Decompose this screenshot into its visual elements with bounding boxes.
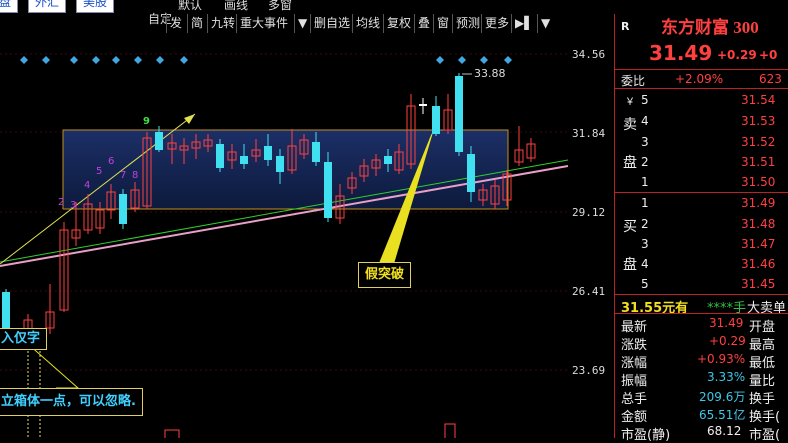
weibi-value: +2.09% — [675, 72, 724, 86]
sell-level: 5 — [641, 93, 649, 107]
stat-label: 最新 — [621, 320, 648, 335]
sell-price: 31.54 — [741, 93, 776, 107]
sell-label: 盘 — [623, 155, 637, 171]
buy-level: 1 — [641, 196, 649, 210]
sell-level: 3 — [641, 135, 649, 149]
axis-label: 31.84 — [572, 127, 606, 140]
buy-level: 3 — [641, 237, 649, 251]
stat-label-2: 量比 — [749, 374, 776, 389]
stat-label: 涨跌 — [621, 338, 648, 353]
sell-level: 2 — [641, 155, 649, 169]
tool-moving-average[interactable]: 均线 — [352, 14, 383, 33]
tool-major-events[interactable]: 重大事件 — [236, 14, 291, 33]
stock-name: 东方财富 300 — [661, 18, 759, 37]
tab-us-stocks[interactable]: 美股 — [76, 0, 115, 13]
stat-label-2: 开盘 — [749, 320, 776, 335]
enter-label-note: 入仅字 — [0, 328, 48, 350]
stat-label-2: 最低 — [749, 356, 776, 371]
yuan-icon: ￥ — [625, 97, 635, 108]
buy-level: 4 — [641, 257, 649, 271]
sell-label: 卖 — [623, 117, 637, 133]
signal-diamonds — [20, 56, 512, 64]
price-change-pct: +0 — [759, 48, 778, 62]
buy-label: 盘 — [623, 257, 637, 273]
last-price: 31.49 — [649, 41, 713, 65]
price-axis: 34.56 31.84 29.12 26.41 23.69 — [568, 34, 614, 438]
nine-count-7: 7 — [120, 170, 126, 181]
stat-value: 68.12 — [707, 424, 742, 438]
tool-delete-watchlist[interactable]: 删自选 — [310, 14, 353, 33]
stat-value: +0.29 — [709, 334, 746, 348]
buy-price: 31.45 — [741, 277, 776, 291]
chart-toolbar: 发 简 九转 重大事件 ▼ 删自选 均线 复权 叠 窗 预测 更多 ▶▌ ▼ — [166, 14, 568, 33]
nine-count-4: 4 — [84, 180, 90, 191]
fake-breakout-note: 假突破 — [358, 262, 412, 288]
nine-count-5: 5 — [96, 166, 102, 177]
stat-value: 3.33% — [707, 370, 746, 384]
stat-value: 209.6万 — [699, 390, 746, 404]
quote-panel: R 东方财富 300 31.49 +0.29 +0 委比 +2.09% 623 … — [614, 14, 788, 443]
tab-forex[interactable]: 外汇 — [28, 0, 67, 13]
sell-price: 31.51 — [741, 155, 776, 169]
buy-price: 31.48 — [741, 217, 776, 231]
buy-price: 31.46 — [741, 257, 776, 271]
stat-label: 市盈(静) — [621, 428, 671, 443]
nine-count-2: 2 — [58, 197, 64, 208]
price-change: +0.29 — [717, 48, 757, 62]
buy-price: 31.47 — [741, 237, 776, 251]
buy-level: 2 — [641, 217, 649, 231]
weibi-label: 委比 — [621, 74, 646, 88]
weicha-value: 623 — [759, 72, 782, 86]
expand-panel-icon[interactable]: ▶▌ — [511, 14, 536, 33]
tool-adjust-rights[interactable]: 复权 — [383, 14, 414, 33]
buy-label: 买 — [623, 219, 637, 235]
axis-label: 26.41 — [572, 285, 606, 298]
tab-pan[interactable]: 盘 — [0, 0, 19, 13]
market-badge: R — [621, 20, 630, 33]
stat-label-2: 换手( — [749, 410, 781, 425]
nine-count-3: 3 — [70, 200, 76, 211]
buy-level: 5 — [641, 277, 649, 291]
peak-price-label: 33.88 — [474, 67, 506, 80]
tool-nine-turn[interactable]: 九转 — [207, 14, 238, 33]
nine-count-6: 6 — [108, 156, 114, 167]
stat-label-2: 市盈( — [749, 428, 781, 443]
tool-overlay[interactable]: 叠 — [414, 14, 433, 33]
tool-dropdown[interactable]: ▼ — [294, 14, 310, 33]
stat-label: 振幅 — [621, 374, 648, 389]
consolidation-box — [62, 129, 509, 210]
tab-default[interactable]: 默认 — [178, 0, 202, 13]
axis-label: 29.12 — [572, 206, 606, 219]
stat-value: 31.49 — [709, 316, 744, 330]
stat-label-2: 最高 — [749, 338, 776, 353]
sell-price: 31.52 — [741, 135, 776, 149]
buy-price: 31.49 — [741, 196, 776, 210]
nine-count-9: 9 — [143, 116, 150, 127]
tool-jian[interactable]: 简 — [187, 14, 206, 33]
stat-label: 涨幅 — [621, 356, 648, 371]
tab-drawing[interactable]: 画线 — [224, 0, 248, 13]
tool-fa[interactable]: 发 — [166, 14, 185, 33]
axis-label: 23.69 — [572, 364, 606, 377]
tool-more[interactable]: 更多 — [481, 14, 512, 33]
tool-forecast[interactable]: 预测 — [452, 14, 483, 33]
stat-label-2: 换手 — [749, 392, 776, 407]
candlestick-chart[interactable]: 33.88 2 3 4 5 6 7 8 9 — [0, 34, 568, 438]
stat-value: 65.51亿 — [699, 408, 746, 422]
nine-count-8: 8 — [132, 170, 138, 181]
sell-price: 31.50 — [741, 175, 776, 189]
toolbar-menu-icon[interactable]: ▼ — [537, 14, 553, 33]
stat-value: +0.93% — [697, 352, 746, 366]
sell-level: 4 — [641, 114, 649, 128]
tool-window[interactable]: 窗 — [433, 14, 452, 33]
stat-label: 金额 — [621, 410, 648, 425]
ignore-note: 立箱体一点，可以忽略. — [0, 388, 143, 416]
tab-multi-window[interactable]: 多窗 — [268, 0, 292, 13]
stat-label: 总手 — [621, 392, 648, 407]
axis-label: 34.56 — [572, 48, 606, 61]
sell-price: 31.53 — [741, 114, 776, 128]
sell-level: 1 — [641, 175, 649, 189]
